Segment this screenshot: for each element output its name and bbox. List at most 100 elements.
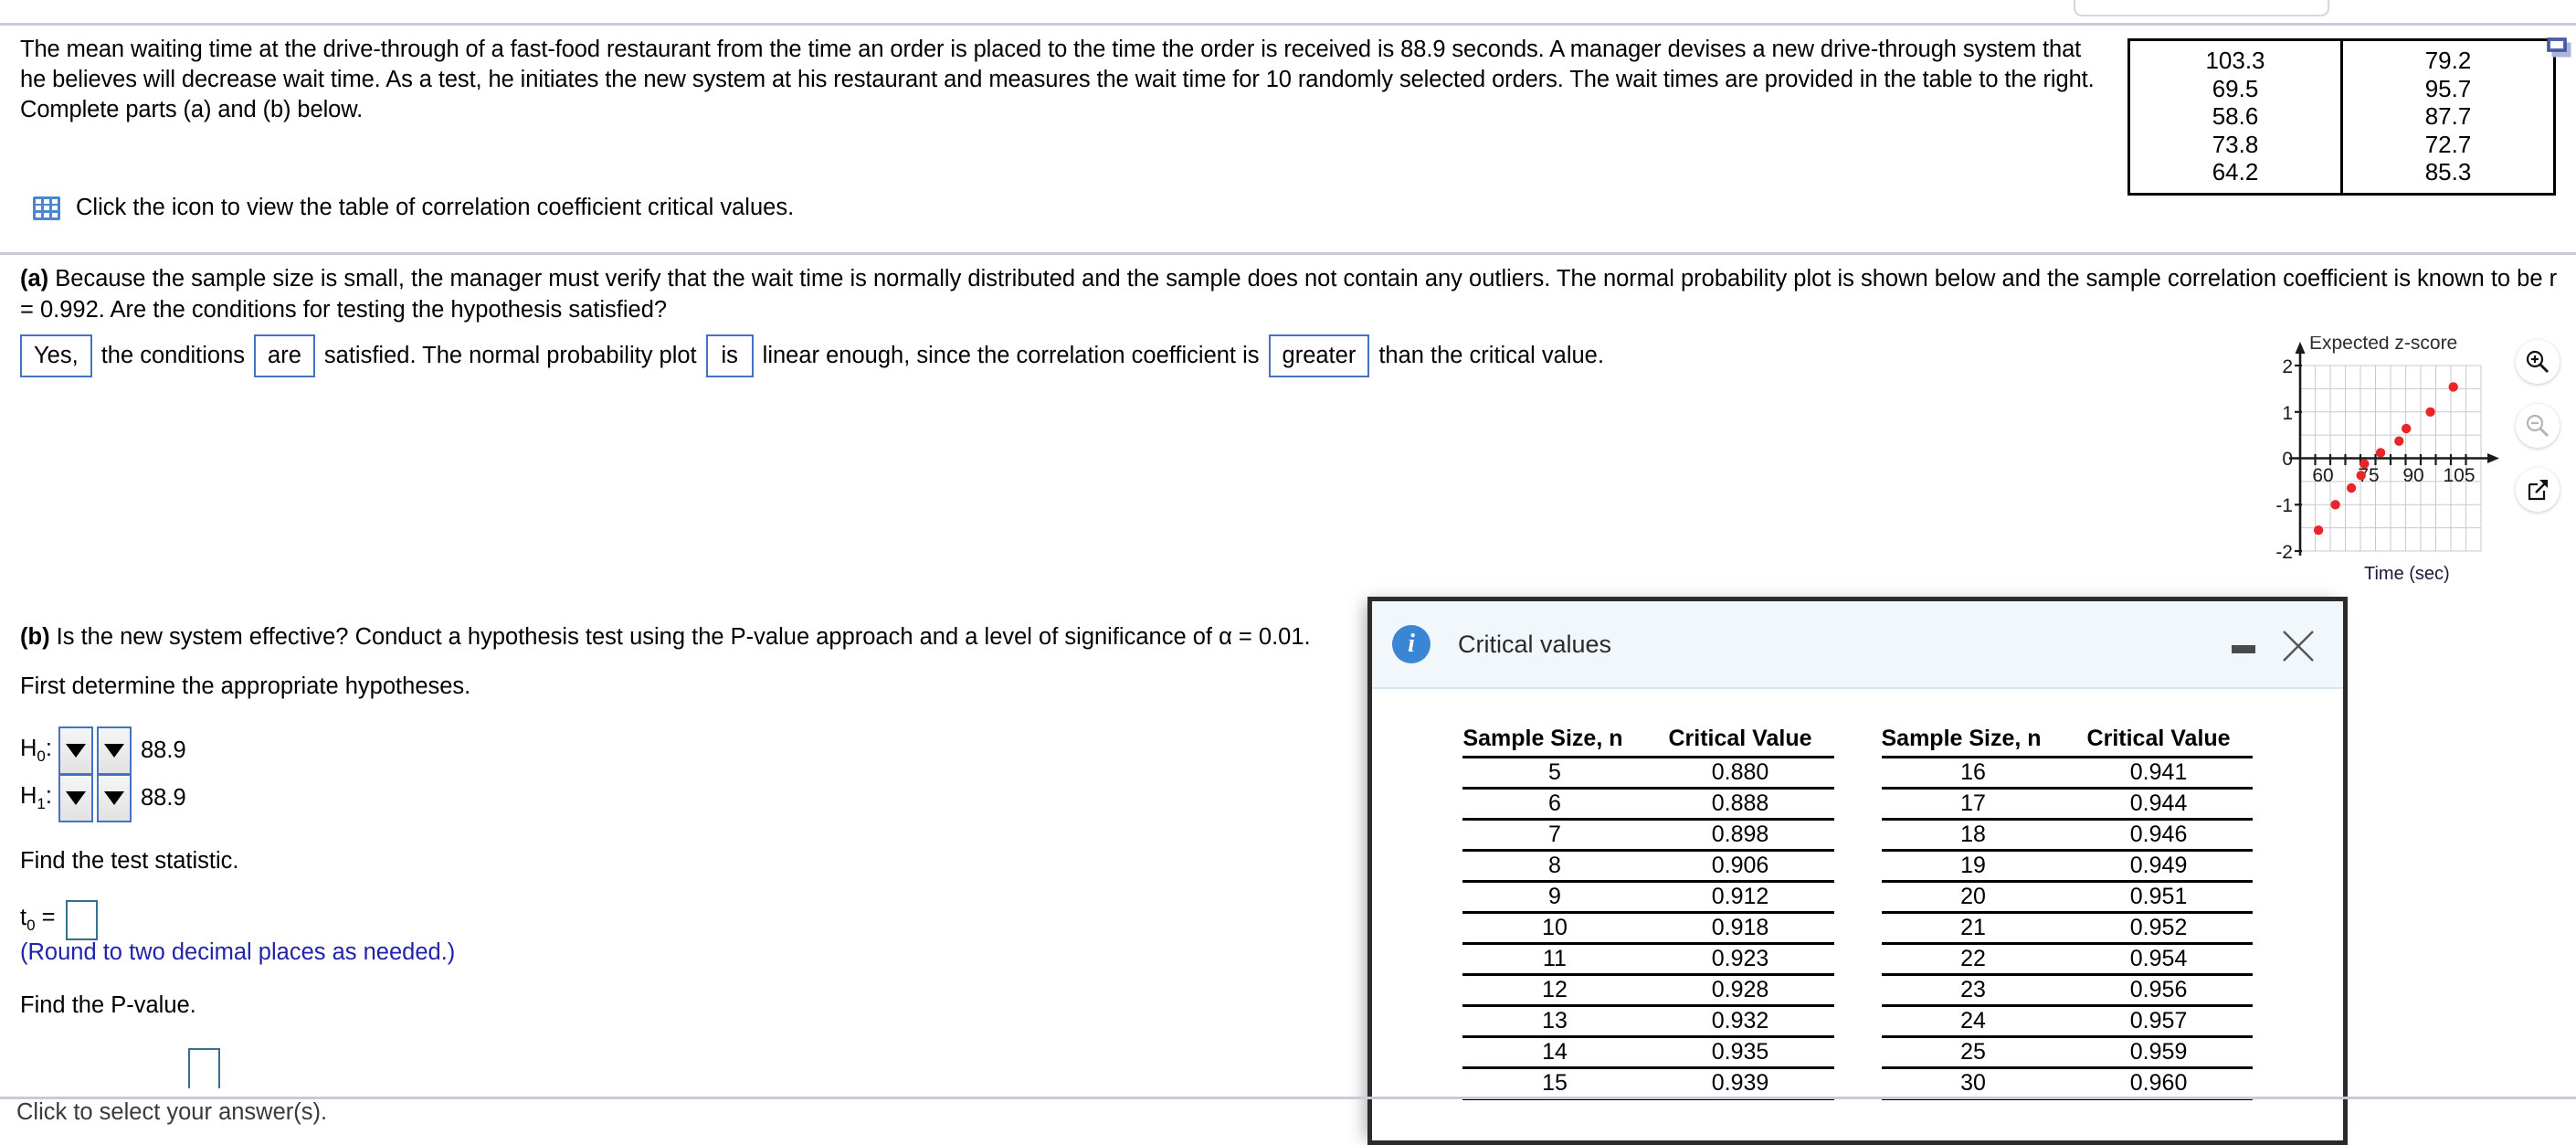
find-pvalue-text: Find the P-value. xyxy=(20,992,196,1018)
rounding-note: (Round to two decimal places as needed.) xyxy=(20,939,456,965)
table-row: 64.2 85.3 xyxy=(2129,158,2555,194)
cell-sample-size: 7 xyxy=(1462,819,1647,852)
part-a-label: (a) xyxy=(20,266,49,292)
top-chrome-strip xyxy=(0,0,2576,26)
dropdown-is[interactable]: is xyxy=(705,334,754,377)
cell-critical-value: 0.954 xyxy=(2064,943,2253,976)
h0-operator-dropdown[interactable] xyxy=(97,726,132,775)
table-row: 30 0.960 xyxy=(1881,1067,2253,1100)
h0-parameter-dropdown[interactable] xyxy=(58,726,93,775)
part-b-label: (b) xyxy=(20,624,50,650)
table-row: 69.5 95.7 xyxy=(2129,74,2555,102)
data-cell: 79.2 xyxy=(2340,39,2555,75)
table-row: 73.8 72.7 xyxy=(2129,130,2555,158)
cell-sample-size: 10 xyxy=(1462,912,1647,945)
table-popout-icon[interactable] xyxy=(2545,37,2572,58)
table-row: 6 0.888 xyxy=(1462,788,1834,821)
svg-text:105: 105 xyxy=(2443,465,2475,486)
cell-sample-size: 16 xyxy=(1881,757,2065,790)
dropdown-yes-no[interactable]: Yes, xyxy=(20,334,92,377)
dialog-body: Sample Size, n Critical Value 5 0.880 6 0.8… xyxy=(1372,689,2343,1100)
data-cell: 85.3 xyxy=(2340,158,2555,194)
critical-values-table-right: Sample Size, n Critical Value 16 0.941 17 0… xyxy=(1881,726,2253,1100)
cell-sample-size: 21 xyxy=(1881,912,2065,945)
grid-table-icon[interactable] xyxy=(33,196,60,220)
cell-sample-size: 18 xyxy=(1881,819,2065,852)
cell-sample-size: 8 xyxy=(1462,850,1647,883)
answer-fragment-1: the conditions xyxy=(100,343,246,368)
cell-critical-value: 0.888 xyxy=(1646,788,1834,821)
cell-sample-size: 20 xyxy=(1881,881,2065,914)
popout-icon[interactable] xyxy=(2516,468,2560,512)
cell-critical-value: 0.957 xyxy=(2064,1005,2253,1038)
cell-critical-value: 0.928 xyxy=(1646,974,1834,1007)
table-row: 25 0.959 xyxy=(1881,1036,2253,1069)
svg-text:-1: -1 xyxy=(2275,495,2293,516)
cell-critical-value: 0.923 xyxy=(1646,943,1834,976)
minimize-icon[interactable] xyxy=(2232,645,2255,653)
part-b-body: Is the new system effective? Conduct a h… xyxy=(49,624,1311,650)
data-cell: 87.7 xyxy=(2340,102,2555,131)
test-statistic-input[interactable] xyxy=(65,900,98,940)
table-row: 103.3 79.2 xyxy=(2129,39,2555,75)
table-row: 13 0.932 xyxy=(1462,1005,1834,1038)
top-rounded-control[interactable] xyxy=(2074,0,2329,16)
chevron-down-icon xyxy=(66,791,86,805)
chevron-down-icon xyxy=(66,744,86,758)
table-row: 17 0.944 xyxy=(1881,788,2253,821)
cell-critical-value: 0.946 xyxy=(2064,819,2253,852)
cell-sample-size: 23 xyxy=(1881,974,2065,1007)
cell-critical-value: 0.949 xyxy=(2064,850,2253,883)
test-statistic-row: t0 = xyxy=(20,900,98,940)
cell-critical-value: 0.941 xyxy=(2064,757,2253,790)
cell-sample-size: 13 xyxy=(1462,1005,1647,1038)
answer-fragment-4: than the critical value. xyxy=(1378,343,1604,368)
data-cell: 58.6 xyxy=(2212,102,2259,130)
part-a-answer-row: Yes, the conditions are satisfied. The n… xyxy=(20,334,1604,377)
part-a-text: (a) Because the sample size is small, th… xyxy=(20,263,2569,325)
table-row: 5 0.880 xyxy=(1462,757,1834,790)
cell-sample-size: 22 xyxy=(1881,943,2065,976)
column-header-critical-value: Critical Value xyxy=(2064,726,2253,758)
zoom-in-icon[interactable] xyxy=(2516,340,2560,384)
table-row: 8 0.906 xyxy=(1462,850,1834,883)
table-row: 11 0.923 xyxy=(1462,943,1834,976)
part-b-text: (b) Is the new system effective? Conduct… xyxy=(20,621,1311,652)
h1-subscript: 1 xyxy=(37,795,46,813)
h0-value: 88.9 xyxy=(141,737,186,763)
hypothesis-null-row: H0: 88.9 xyxy=(20,726,186,775)
dropdown-greater[interactable]: greater xyxy=(1268,334,1370,377)
table-row: 20 0.951 xyxy=(1881,881,2253,914)
pvalue-input[interactable] xyxy=(188,1048,220,1088)
answer-fragment-2: satisfied. The normal probability plot xyxy=(323,343,697,368)
normal-probability-plot: 2 1 0 -1 -2 60 75 90 105 Expected z-scor… xyxy=(2275,336,2499,563)
svg-text:1: 1 xyxy=(2282,403,2293,424)
t0-subscript: 0 xyxy=(26,917,36,935)
cell-critical-value: 0.960 xyxy=(2064,1067,2253,1100)
table-header-row: Sample Size, n Critical Value xyxy=(1881,726,2253,758)
equals-sign: = xyxy=(41,905,56,931)
table-row: 16 0.941 xyxy=(1881,757,2253,790)
wait-times-data-table: 103.3 79.2 69.5 95.7 58.6 87.7 73.8 72.7… xyxy=(2127,38,2556,196)
h1-parameter-dropdown[interactable] xyxy=(58,774,93,822)
data-cell: 103.3 xyxy=(2205,47,2265,74)
critical-values-link-text[interactable]: Click the icon to view the table of corr… xyxy=(76,195,794,221)
table-row: 23 0.956 xyxy=(1881,974,2253,1007)
cell-sample-size: 17 xyxy=(1881,788,2065,821)
data-cell: 73.8 xyxy=(2212,130,2259,158)
cell-critical-value: 0.959 xyxy=(2064,1036,2253,1069)
table-row: 21 0.952 xyxy=(1881,912,2253,945)
cell-critical-value: 0.952 xyxy=(2064,912,2253,945)
problem-statement: The mean waiting time at the drive-throu… xyxy=(20,37,2095,122)
data-cell: 72.7 xyxy=(2340,130,2555,158)
h1-operator-dropdown[interactable] xyxy=(97,774,132,822)
close-icon[interactable] xyxy=(2279,627,2317,665)
critical-values-link-row[interactable]: Click the icon to view the table of corr… xyxy=(33,195,794,221)
part-a-body: Because the sample size is small, the ma… xyxy=(20,266,2558,323)
dropdown-are[interactable]: are xyxy=(254,334,315,377)
zoom-out-icon[interactable] xyxy=(2516,404,2560,448)
cell-sample-size: 30 xyxy=(1881,1067,2065,1100)
answer-fragment-3: linear enough, since the correlation coe… xyxy=(762,343,1260,368)
cell-sample-size: 15 xyxy=(1462,1067,1647,1100)
hypothesis-alt-row: H1: 88.9 xyxy=(20,774,186,822)
